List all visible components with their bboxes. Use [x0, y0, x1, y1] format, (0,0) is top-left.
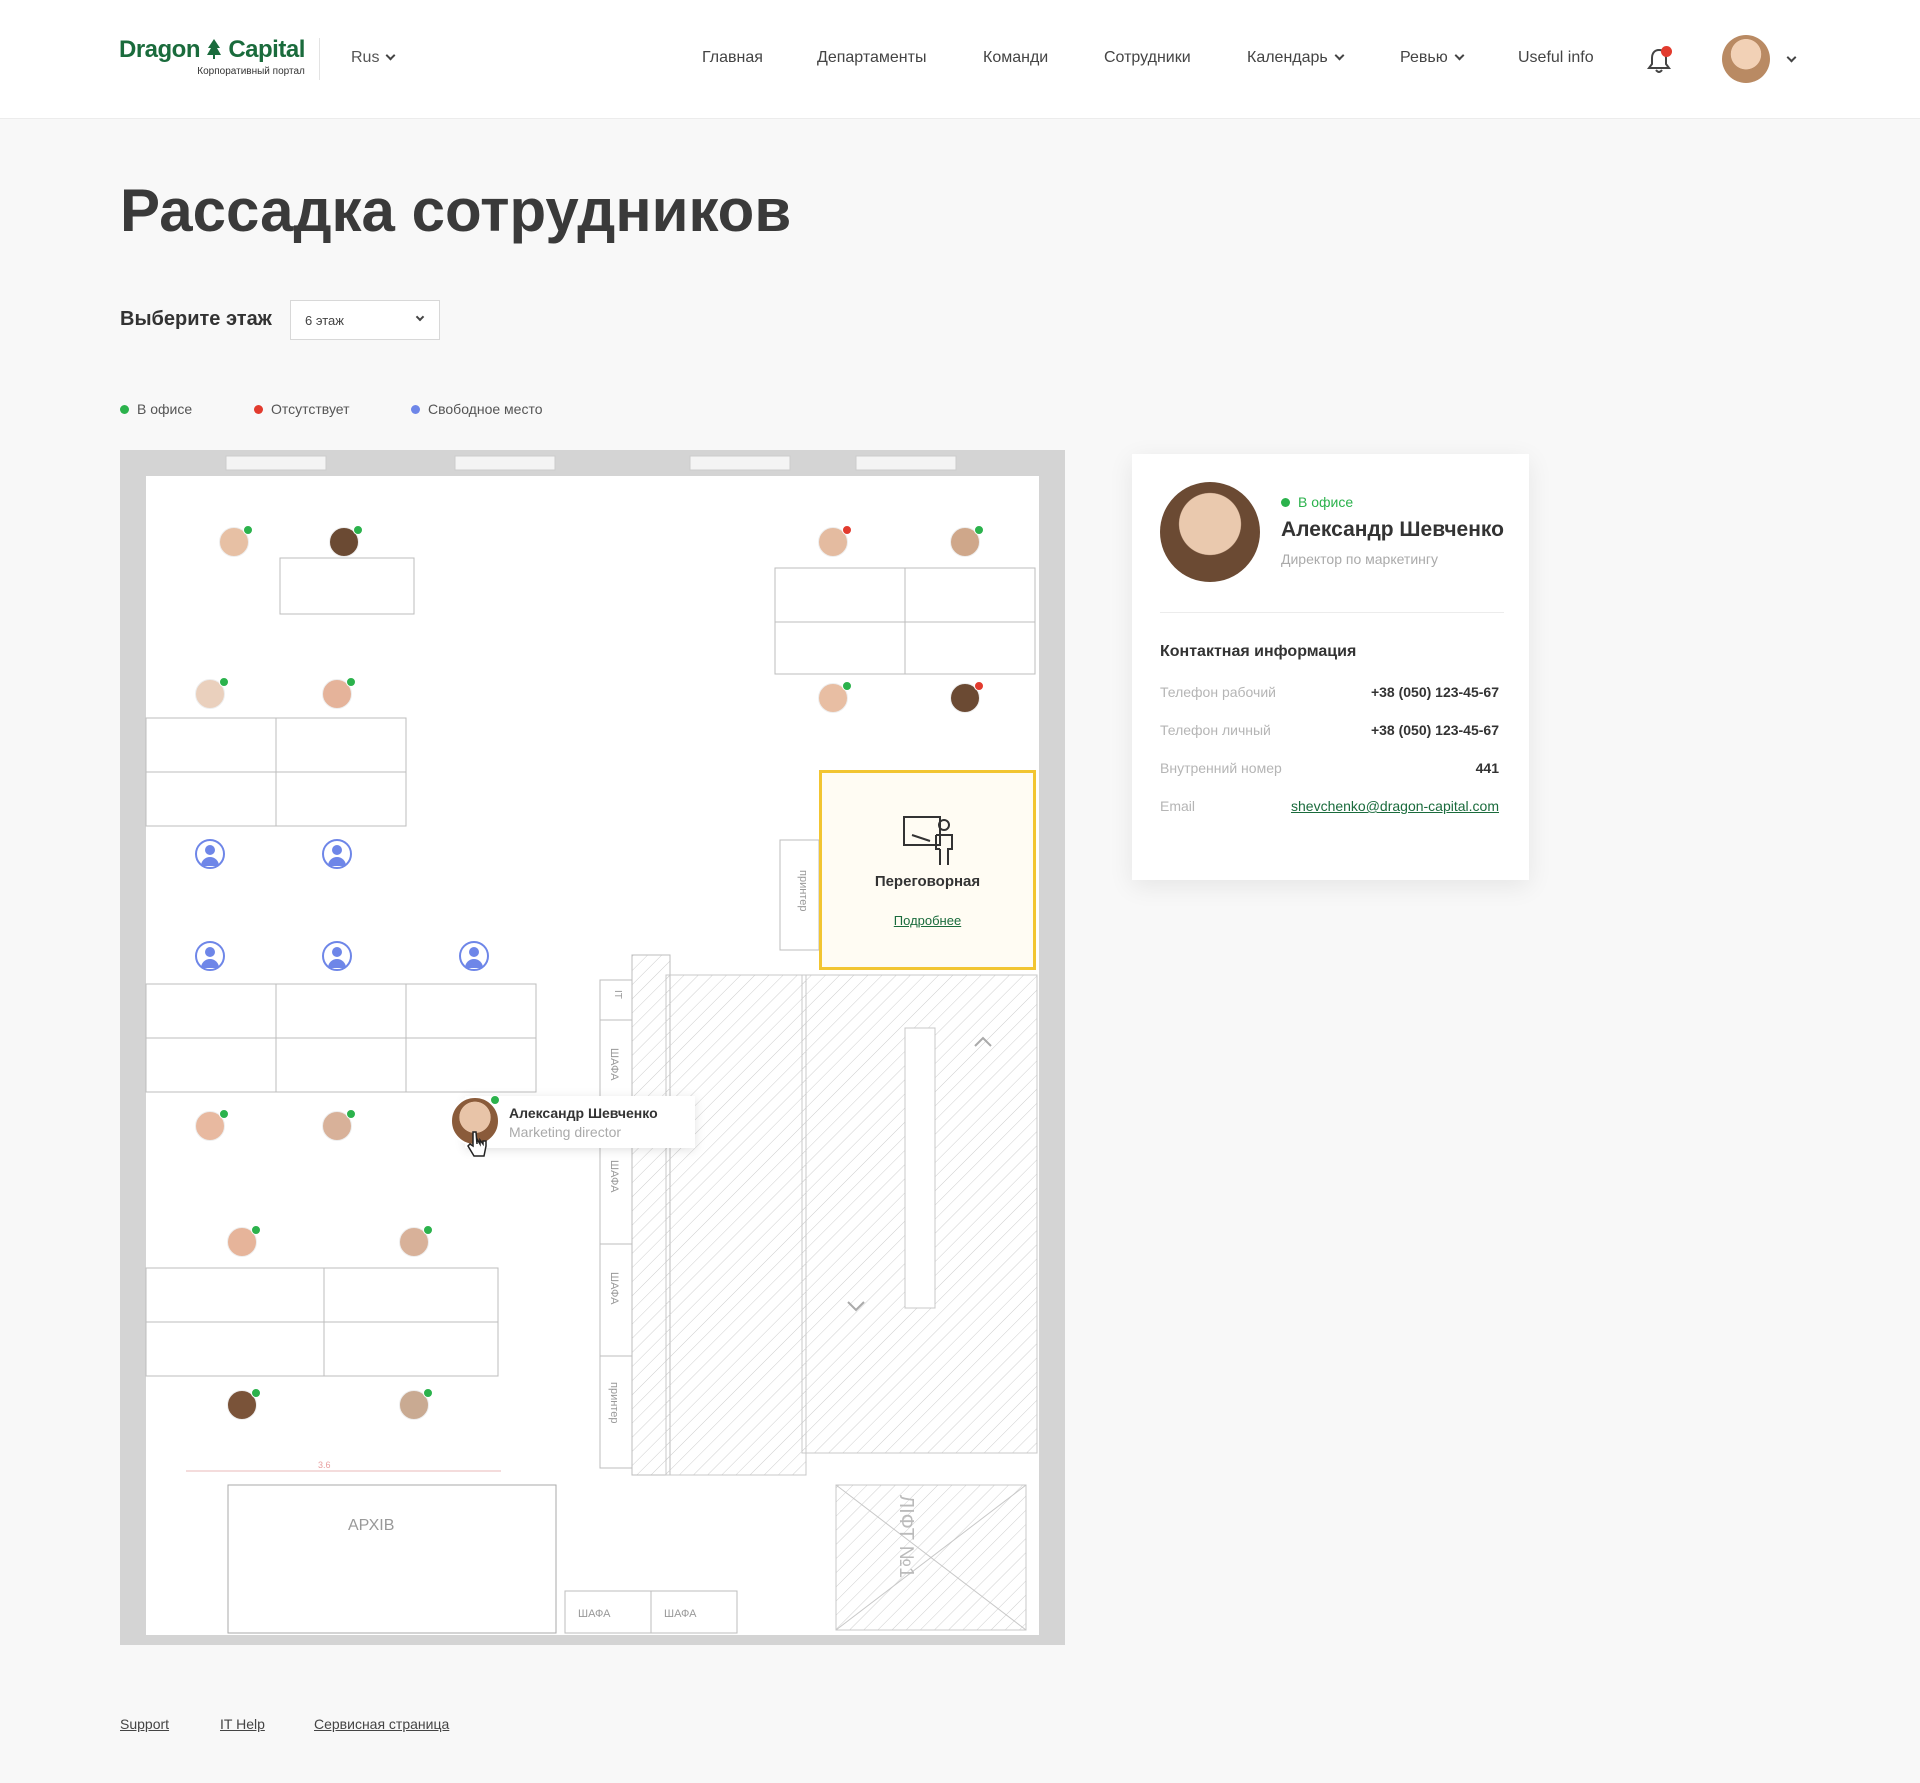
floor-plan: АРХІВ ШАФА ШАФА 3.6 принтер IT ШАФА ШАФА…: [120, 450, 1065, 1645]
top-header: Dragon Capital Корпоративный портал Rus …: [0, 0, 1920, 119]
contact-label: Телефон личный: [1160, 722, 1271, 738]
printer-label: принтер: [608, 1382, 620, 1423]
profile-status: В офисе: [1281, 494, 1353, 510]
employee-seat[interactable]: [399, 1388, 433, 1420]
language-label: Rus: [351, 49, 380, 66]
employee-seat[interactable]: [322, 677, 356, 709]
page-title: Рассадка сотрудников: [120, 177, 792, 244]
contact-label: Email: [1160, 798, 1196, 814]
dimension-label: 3.6: [318, 1460, 331, 1470]
nav-review-label: Ревью: [1400, 49, 1448, 66]
free-seat[interactable]: [459, 941, 489, 971]
nav-employees[interactable]: Сотрудники: [1104, 49, 1191, 67]
free-seat[interactable]: [195, 941, 225, 971]
contact-label: Телефон рабочий: [1160, 684, 1276, 700]
absent-dot: [254, 405, 263, 414]
employee-profile-card: В офисе Александр Шевченко Директор по м…: [1132, 454, 1529, 880]
language-switcher[interactable]: Rus: [351, 49, 396, 67]
employee-seat[interactable]: [818, 681, 852, 713]
email-link[interactable]: shevchenko@dragon-capital.com: [1291, 798, 1499, 814]
nav-departments[interactable]: Департаменты: [817, 49, 926, 67]
footer-service-page-link[interactable]: Сервисная страница: [314, 1716, 449, 1732]
header-divider: [319, 38, 320, 80]
nav-home[interactable]: Главная: [702, 49, 763, 67]
lift-label: ЛІФТ №1: [895, 1495, 917, 1578]
meeting-room-details-link[interactable]: Подробнее: [822, 913, 1033, 928]
legend-in-office: В офисе: [120, 401, 192, 417]
chevron-down-icon[interactable]: [1786, 52, 1797, 63]
contact-value: +38 (050) 123-45-67: [1370, 722, 1499, 738]
meeting-room[interactable]: Переговорная Подробнее: [819, 770, 1036, 970]
logo-subtitle: Корпоративный портал: [197, 66, 305, 77]
profile-role: Директор по маркетингу: [1281, 551, 1439, 567]
card-divider: [1160, 612, 1504, 613]
status-dot: [490, 1095, 500, 1105]
floor-label: Выберите этаж: [120, 308, 272, 330]
employee-seat[interactable]: [195, 677, 229, 709]
in-office-dot: [120, 405, 129, 414]
employee-seat[interactable]: [329, 525, 363, 557]
employee-seat[interactable]: [322, 1109, 356, 1141]
chevron-down-icon: [1334, 50, 1345, 61]
profile-avatar: [1160, 482, 1260, 582]
it-label: IT: [612, 990, 623, 999]
legend-free: Свободное место: [411, 401, 543, 417]
floor-select-value: 6 этаж: [305, 313, 344, 328]
employee-seat[interactable]: [399, 1225, 433, 1257]
employee-seat[interactable]: [818, 525, 852, 557]
printer-label: принтер: [797, 870, 809, 911]
meeting-room-name: Переговорная: [874, 873, 981, 890]
employee-seat[interactable]: [950, 681, 984, 713]
logo-title-capital: Capital: [228, 36, 305, 63]
status-dot: [1281, 498, 1290, 507]
contact-label: Внутренний номер: [1160, 760, 1282, 776]
employee-seat[interactable]: [219, 525, 253, 557]
contact-value: +38 (050) 123-45-67: [1370, 684, 1499, 700]
legend-absent-label: Отсутствует: [271, 401, 350, 417]
nav-teams[interactable]: Команди: [983, 49, 1048, 67]
free-seat[interactable]: [195, 839, 225, 869]
hand-cursor-icon: [467, 1131, 487, 1157]
employee-seat[interactable]: [227, 1225, 261, 1257]
archive-label: АРХІВ: [348, 1517, 394, 1534]
wardrobe-label: ШАФА: [664, 1608, 697, 1620]
tooltip-role: Marketing director: [509, 1124, 622, 1140]
footer-support-link[interactable]: Support: [120, 1716, 169, 1732]
chevron-down-icon: [386, 50, 396, 61]
wardrobe-label: ШАФА: [608, 1048, 620, 1081]
wardrobe-label: ШАФА: [608, 1272, 620, 1305]
logo[interactable]: Dragon Capital Корпоративный портал: [119, 36, 305, 77]
nav-calendar-label: Календарь: [1247, 49, 1328, 66]
contact-value: 441: [1475, 760, 1499, 776]
floor-plan-drawing: АРХІВ ШАФА ШАФА 3.6 принтер IT ШАФА ШАФА…: [120, 450, 1065, 1645]
tree-logo-icon: [207, 39, 222, 59]
free-seat[interactable]: [322, 941, 352, 971]
footer-it-help-link[interactable]: IT Help: [220, 1716, 265, 1732]
wardrobe-label: ШАФА: [578, 1608, 611, 1620]
notification-dot: [1661, 46, 1672, 57]
chevron-down-icon: [415, 312, 425, 322]
legend-in-office-label: В офисе: [137, 401, 193, 417]
nav-review[interactable]: Ревью: [1400, 49, 1465, 67]
employee-seat[interactable]: [227, 1388, 261, 1420]
employee-seat[interactable]: [950, 525, 984, 557]
presentation-icon: [903, 816, 953, 865]
logo-title-dragon: Dragon: [119, 36, 201, 63]
employee-seat[interactable]: [195, 1109, 229, 1141]
legend-free-label: Свободное место: [428, 401, 543, 417]
user-avatar[interactable]: [1722, 35, 1770, 83]
chevron-down-icon: [1454, 50, 1465, 61]
free-dot: [411, 405, 420, 414]
profile-name: Александр Шевченко: [1281, 518, 1504, 541]
nav-calendar[interactable]: Календарь: [1247, 49, 1345, 67]
profile-status-label: В офисе: [1298, 494, 1354, 510]
nav-useful-info[interactable]: Useful info: [1518, 49, 1594, 67]
free-seat[interactable]: [322, 839, 352, 869]
tooltip-name: Александр Шевченко: [509, 1105, 658, 1121]
floor-select[interactable]: 6 этаж: [290, 300, 440, 340]
wardrobe-label: ШАФА: [608, 1160, 620, 1193]
legend-absent: Отсутствует: [254, 401, 350, 417]
contacts-title: Контактная информация: [1160, 643, 1357, 660]
